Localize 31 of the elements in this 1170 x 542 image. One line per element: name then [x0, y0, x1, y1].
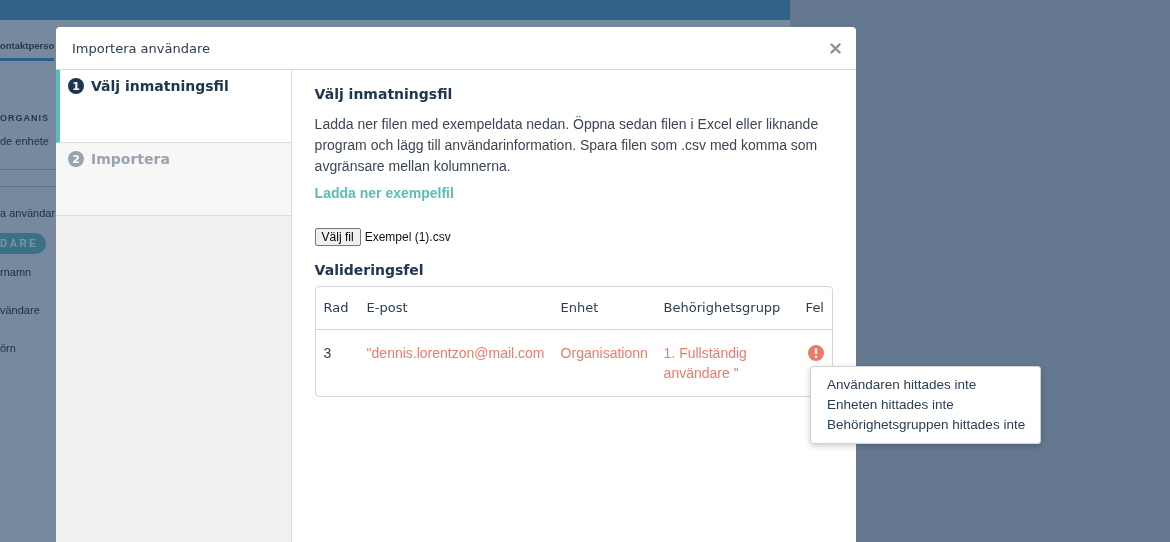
dialog-title: Importera användare: [72, 40, 210, 56]
choose-file-button[interactable]: Välj fil: [314, 228, 361, 246]
tooltip-line: Behörighetsgruppen hittades inte: [827, 416, 1026, 434]
step-tab[interactable]: 2 Importera: [56, 143, 291, 216]
column-header: Behörighetsgrupp: [663, 299, 782, 317]
background-text: de enhete: [0, 135, 49, 147]
background-text: rnamn: [0, 266, 32, 278]
step-tab[interactable]: 1 Välj inmatningsfil: [56, 70, 291, 143]
column-header: Rad: [323, 299, 350, 317]
background-text: a användar: [0, 207, 56, 219]
background-section-heading: ORGANIS: [0, 113, 49, 123]
close-icon[interactable]: [830, 42, 841, 54]
step-number-icon: 1: [68, 78, 84, 94]
column-header: Enhet: [560, 299, 600, 317]
file-name: Exempel (1).csv: [364, 230, 451, 244]
table-cell-text: 1. Fullständig användare ": [663, 344, 748, 383]
tooltip-line: Enheten hittades inte: [827, 396, 955, 414]
table-cell-text: 3: [323, 344, 333, 363]
description-text: Ladda ner filen med exempeldata nedan. Öppna sedan filen i Excel eller liknande program och lägg till användarinformation. Spara filen som .csv med komma som avgränsare mellan kolumnerna.: [314, 115, 820, 176]
column-header: Fel: [805, 299, 824, 317]
background-text: örn: [0, 342, 16, 354]
error-icon[interactable]: [808, 345, 824, 361]
errors-heading: Valideringsfel: [314, 262, 425, 278]
step-number-icon: 2: [68, 151, 84, 167]
download-link[interactable]: Ladda ner exempelfil: [314, 185, 454, 201]
section-heading: Välj inmatningsfil: [314, 86, 454, 102]
column-header: E-post: [366, 299, 409, 317]
tooltip-line: Användaren hittades inte: [827, 376, 978, 394]
table-cell-text: "dennis.lorentzon@mail.com: [366, 344, 546, 363]
background-text: vändare: [0, 304, 40, 316]
table-cell-text: Organisationn: [560, 344, 649, 363]
